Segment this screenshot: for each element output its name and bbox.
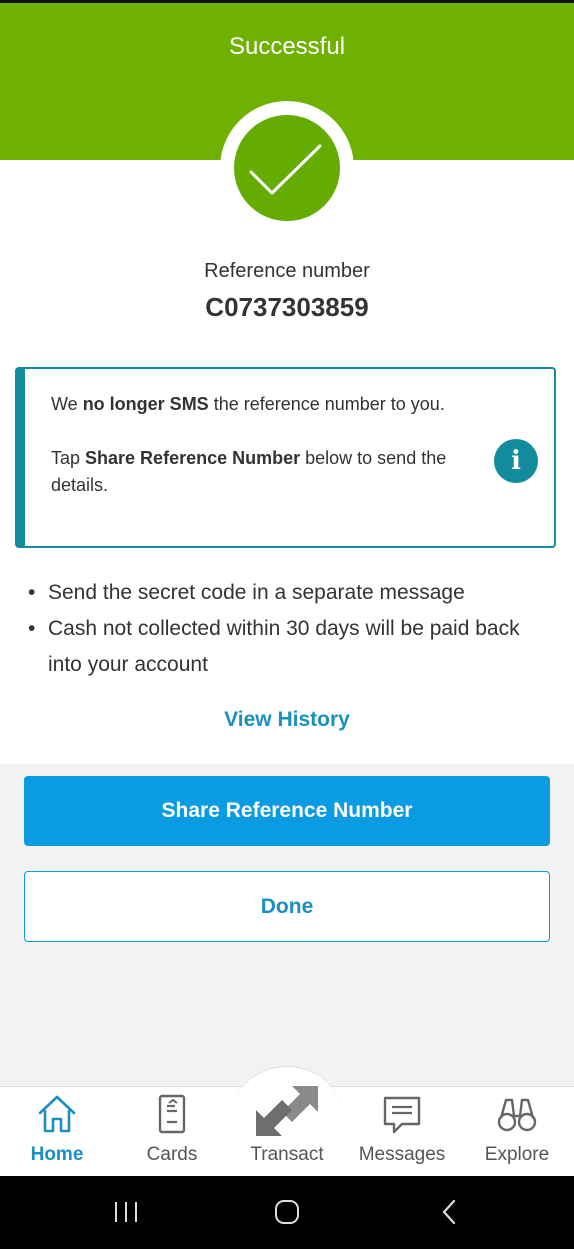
nav-label: Messages [358,1144,446,1165]
share-reference-button[interactable]: Share Reference Number [24,776,550,846]
recent-apps-icon[interactable] [112,1200,140,1224]
nav-label: Transact [250,1144,324,1165]
nav-explore[interactable]: Explore [460,1092,574,1172]
nav-messages[interactable]: Messages [345,1092,459,1172]
list-item: Cash not collected within 30 days will b… [28,611,548,683]
view-history-link[interactable]: View History [0,708,574,732]
system-nav-bar [0,1176,574,1249]
home-icon [38,1095,76,1133]
info-paragraph-1: We no longer SMS the reference number to… [51,394,445,414]
nav-home[interactable]: Home [0,1092,114,1172]
message-icon [383,1096,421,1134]
transact-icon [256,1086,318,1136]
back-icon[interactable] [438,1198,462,1226]
reference-number: C0737303859 [205,292,369,322]
info-icon[interactable]: i [494,439,538,483]
card-icon [158,1094,186,1134]
notes-list: Send the secret code in a separate messa… [28,575,548,683]
nav-cards[interactable]: Cards [115,1092,229,1172]
done-button[interactable]: Done [24,871,550,942]
info-notice: We no longer SMS the reference number to… [15,367,556,548]
info-paragraph-2: Tap Share Reference Number below to send… [51,448,447,495]
binoculars-icon [497,1098,537,1132]
nav-label: Home [30,1144,84,1165]
nav-label: Explore [484,1144,550,1165]
reference-label: Reference number [204,260,370,282]
list-item: Send the secret code in a separate messa… [28,575,548,611]
home-button-icon[interactable] [273,1198,301,1226]
info-text: We no longer SMS the reference number to… [51,391,451,499]
page-title: Successful [228,33,346,60]
nav-label: Cards [146,1144,198,1165]
success-check-icon [234,115,340,221]
nav-transact[interactable]: Transact [230,1086,344,1172]
